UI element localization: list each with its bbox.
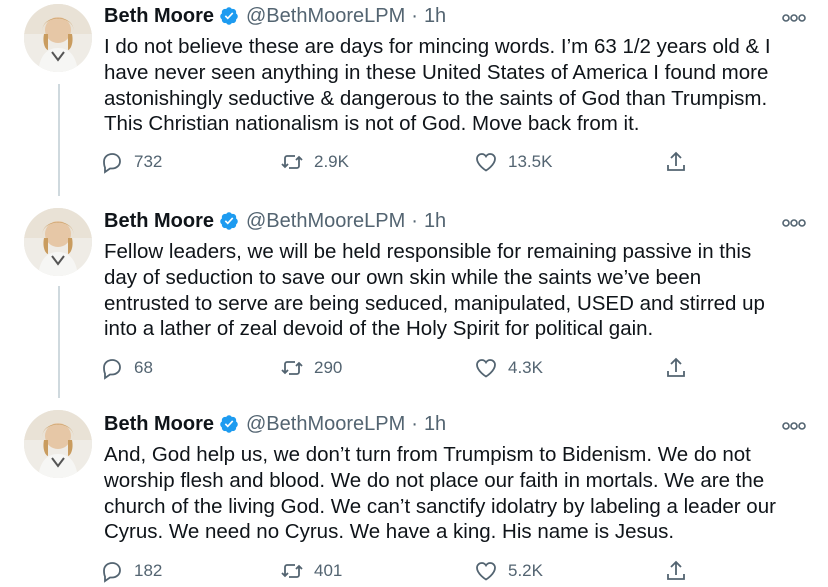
like-button[interactable]: 13.5K — [474, 150, 552, 174]
action-bar: 182 401 5.2K — [100, 559, 720, 587]
separator-dot: · — [411, 412, 418, 435]
separator-dot: · — [411, 209, 418, 232]
reply-icon — [103, 562, 121, 583]
retweet-count: 401 — [314, 561, 343, 580]
like-button[interactable]: 4.3K — [474, 356, 543, 380]
like-count: 5.2K — [508, 561, 543, 580]
reply-count: 182 — [134, 561, 163, 580]
retweet-count: 2.9K — [314, 152, 349, 171]
retweet-count: 290 — [314, 358, 343, 377]
retweet-icon — [281, 361, 303, 375]
share-icon — [667, 357, 685, 377]
timestamp[interactable]: 1h — [424, 210, 446, 233]
tweet-text: And, God help us, we don’t turn from Tru… — [104, 443, 776, 544]
author-name[interactable]: Beth Moore — [104, 210, 214, 233]
share-icon — [667, 151, 685, 171]
reply-icon — [103, 359, 121, 380]
reply-count: 68 — [134, 358, 153, 377]
author-handle[interactable]: @BethMooreLPM — [246, 210, 405, 233]
tweet-1[interactable]: Beth Moore @BethMooreLPM · 1h I do not b… — [0, 0, 828, 200]
author-handle[interactable]: @BethMooreLPM — [246, 5, 405, 28]
share-button[interactable] — [664, 150, 698, 174]
author-handle[interactable]: @BethMooreLPM — [246, 413, 405, 436]
action-bar: 68 290 4.3K — [100, 356, 720, 384]
retweet-icon — [281, 155, 303, 169]
retweet-button[interactable]: 290 — [280, 356, 342, 380]
reply-count: 732 — [134, 152, 163, 171]
heart-icon — [476, 359, 496, 378]
verified-badge-icon — [220, 415, 238, 433]
action-bar: 732 2.9K 13.5K — [100, 150, 720, 178]
avatar[interactable] — [24, 208, 92, 276]
separator-dot: · — [411, 4, 418, 27]
share-button[interactable] — [664, 356, 698, 380]
avatar[interactable] — [24, 4, 92, 72]
tweet-header: Beth Moore @BethMooreLPM · 1h — [104, 2, 446, 30]
reply-button[interactable]: 182 — [100, 559, 162, 583]
more-options-icon[interactable] — [782, 215, 806, 231]
retweet-button[interactable]: 2.9K — [280, 150, 349, 174]
more-options-icon[interactable] — [782, 10, 806, 26]
reply-icon — [103, 153, 121, 174]
verified-badge-icon — [220, 7, 238, 25]
more-options-icon[interactable] — [782, 418, 806, 434]
tweet-text: I do not believe these are days for minc… — [104, 35, 771, 136]
timestamp[interactable]: 1h — [424, 413, 446, 436]
share-button[interactable] — [664, 559, 698, 583]
heart-icon — [476, 153, 496, 172]
author-name[interactable]: Beth Moore — [104, 413, 214, 436]
retweet-icon — [281, 564, 303, 578]
tweet-header: Beth Moore @BethMooreLPM · 1h — [104, 207, 446, 235]
heart-icon — [476, 562, 496, 581]
reply-button[interactable]: 732 — [100, 150, 162, 174]
tweet-text: Fellow leaders, we will be held responsi… — [104, 240, 765, 341]
avatar[interactable] — [24, 410, 92, 478]
tweet-header: Beth Moore @BethMooreLPM · 1h — [104, 410, 446, 438]
tweet-3[interactable]: Beth Moore @BethMooreLPM · 1h And, God h… — [0, 404, 828, 585]
like-count: 13.5K — [508, 152, 553, 171]
like-count: 4.3K — [508, 358, 543, 377]
timestamp[interactable]: 1h — [424, 5, 446, 28]
share-icon — [667, 560, 685, 580]
retweet-button[interactable]: 401 — [280, 559, 342, 583]
tweet-2[interactable]: Beth Moore @BethMooreLPM · 1h Fellow lea… — [0, 202, 828, 402]
reply-button[interactable]: 68 — [100, 356, 153, 380]
author-name[interactable]: Beth Moore — [104, 5, 214, 28]
like-button[interactable]: 5.2K — [474, 559, 543, 583]
verified-badge-icon — [220, 212, 238, 230]
